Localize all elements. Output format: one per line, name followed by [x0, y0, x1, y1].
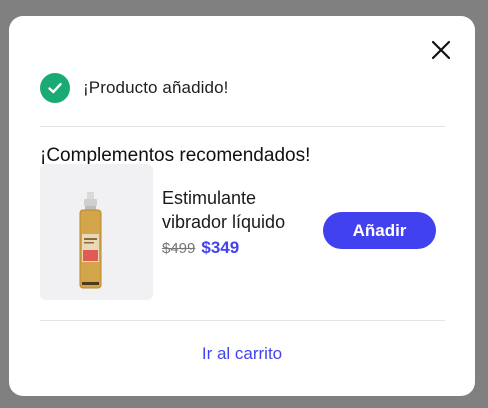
close-icon: [431, 40, 451, 60]
product-name[interactable]: Estimulante vibrador líquido: [162, 186, 312, 234]
added-to-cart-modal: ¡Producto añadido! ¡Complementos recomen…: [9, 16, 475, 396]
old-price: $499: [162, 240, 196, 257]
added-message: ¡Producto añadido!: [83, 78, 229, 97]
check-circle-icon: [40, 73, 70, 103]
sale-price: $349: [201, 238, 240, 257]
divider: [40, 126, 445, 127]
product-price: $499 $349: [162, 238, 239, 258]
go-to-cart-link[interactable]: Ir al carrito: [9, 344, 475, 364]
close-button[interactable]: [429, 38, 453, 62]
added-confirmation: ¡Producto añadido!: [40, 73, 228, 103]
add-button[interactable]: Añadir: [323, 212, 436, 249]
product-image: [40, 164, 153, 300]
divider: [40, 320, 445, 321]
